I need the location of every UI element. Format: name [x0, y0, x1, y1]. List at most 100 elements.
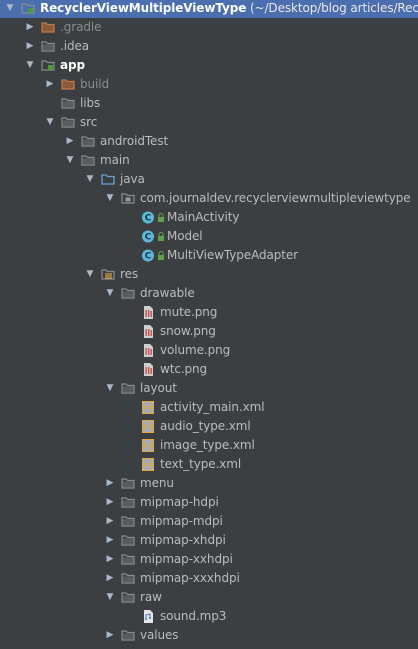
tree-node-label: activity_main.xml [160, 400, 265, 414]
expand-arrow-right-icon[interactable]: ▶ [104, 645, 116, 649]
svg-text:C: C [145, 214, 152, 224]
module-folder-icon [41, 56, 57, 75]
tree-node[interactable]: ▶ mipmap-xxxhdpi [0, 569, 418, 588]
tree-node[interactable]: text_type.xml [0, 455, 418, 474]
tree-node-label: libs [80, 96, 101, 110]
folder-orange-icon [61, 75, 77, 94]
tree-node[interactable]: ▼ app [0, 56, 418, 75]
tree-node[interactable]: ▶ values [0, 626, 418, 645]
tree-node[interactable]: ▼ res [0, 265, 418, 284]
expand-arrow-down-icon[interactable]: ▼ [44, 113, 56, 132]
expand-arrow-down-icon[interactable]: ▼ [104, 189, 116, 208]
tree-node-label: mipmap-xhdpi [140, 533, 226, 547]
tree-node[interactable]: ▼ com.journaldev.recyclerviewmultipleview… [0, 189, 418, 208]
folder-icon [41, 37, 57, 56]
tree-node-label: androidTest [100, 134, 169, 148]
tree-node[interactable]: C MultiViewTypeAdapter [0, 246, 418, 265]
expand-arrow-right-icon[interactable]: ▶ [104, 569, 116, 588]
project-tree[interactable]: ▼ RecyclerViewMultipleViewType (~/Desktop… [0, 0, 418, 649]
expand-arrow-down-icon[interactable]: ▼ [104, 379, 116, 398]
resources-folder-icon [101, 265, 117, 284]
tree-node-label: com.journaldev.recyclerviewmultipleviewt… [140, 191, 411, 205]
tree-node[interactable]: activity_main.xml [0, 398, 418, 417]
xml-file-icon [141, 398, 157, 417]
tree-node[interactable]: ▼ drawable [0, 284, 418, 303]
tree-node[interactable]: C MainActivity [0, 208, 418, 227]
tree-node[interactable]: ▶ [0, 645, 418, 649]
expand-arrow-right-icon[interactable]: ▶ [44, 75, 56, 94]
tree-node[interactable]: ▼ java [0, 170, 418, 189]
tree-node-label: build [80, 77, 110, 91]
tree-node[interactable]: ▶ mipmap-xhdpi [0, 531, 418, 550]
package-icon [121, 189, 137, 208]
tree-node[interactable]: ▶ build [0, 75, 418, 94]
folder-icon [121, 569, 137, 588]
tree-node[interactable]: volume.png [0, 341, 418, 360]
expand-arrow-down-icon[interactable]: ▼ [84, 170, 96, 189]
tree-node-label: .gradle [60, 20, 102, 34]
expand-arrow-down-icon[interactable]: ▼ [24, 56, 36, 75]
tree-node[interactable]: wtc.png [0, 360, 418, 379]
tree-node[interactable]: ▶ .gradle [0, 18, 418, 37]
svg-text:C: C [145, 252, 152, 262]
tree-node[interactable]: ▶ .idea [0, 37, 418, 56]
expand-arrow-right-icon[interactable]: ▶ [104, 474, 116, 493]
expand-arrow-right-icon[interactable]: ▶ [24, 18, 36, 37]
expand-arrow-down-icon[interactable]: ▼ [64, 151, 76, 170]
expand-arrow-down-icon[interactable]: ▼ [4, 0, 16, 18]
png-file-icon [141, 322, 157, 341]
tree-node-label: mipmap-xxhdpi [140, 552, 233, 566]
expand-arrow-right-icon[interactable]: ▶ [104, 550, 116, 569]
expand-arrow-down-icon[interactable]: ▼ [104, 588, 116, 607]
tree-node[interactable]: ▼ src [0, 113, 418, 132]
tree-node[interactable]: ▼ main [0, 151, 418, 170]
tree-node[interactable]: mute.png [0, 303, 418, 322]
folder-icon [121, 379, 137, 398]
expand-arrow-down-icon[interactable]: ▼ [84, 265, 96, 284]
tree-node-label: mute.png [160, 305, 218, 319]
folder-icon [121, 493, 137, 512]
tree-node[interactable]: ▼ layout [0, 379, 418, 398]
expand-arrow-right-icon[interactable]: ▶ [24, 37, 36, 56]
tree-node-label: snow.png [160, 324, 216, 338]
project-path: (~/Desktop/blog articles/RecyclerViewMul… [249, 1, 418, 15]
tree-node-label: MultiViewTypeAdapter [167, 248, 298, 262]
tree-node-label: main [100, 153, 130, 167]
expand-arrow-right-icon[interactable]: ▶ [104, 493, 116, 512]
tree-node[interactable]: libs [0, 94, 418, 113]
lock-icon [157, 227, 165, 246]
expand-arrow-right-icon[interactable]: ▶ [64, 132, 76, 151]
tree-node[interactable]: image_type.xml [0, 436, 418, 455]
tree-node[interactable]: ▶ mipmap-mdpi [0, 512, 418, 531]
audio-file-icon [141, 607, 157, 626]
tree-node-label: menu [140, 476, 174, 490]
tree-node[interactable]: ▼ RecyclerViewMultipleViewType (~/Desktop… [0, 0, 418, 18]
xml-file-icon [141, 417, 157, 436]
xml-file-icon [141, 455, 157, 474]
tree-node-label: res [120, 267, 139, 281]
tree-node-label: RecyclerViewMultipleViewType (~/Desktop/… [40, 0, 418, 18]
tree-node-label: mipmap-mdpi [140, 514, 223, 528]
tree-node-label: volume.png [160, 343, 231, 357]
tree-node-label: audio_type.xml [160, 419, 251, 433]
expand-arrow-right-icon[interactable]: ▶ [104, 626, 116, 645]
tree-node[interactable]: audio_type.xml [0, 417, 418, 436]
tree-node[interactable]: sound.mp3 [0, 607, 418, 626]
folder-icon [81, 132, 97, 151]
folder-icon [61, 113, 77, 132]
tree-node-label: raw [140, 590, 162, 604]
folder-icon [121, 474, 137, 493]
xml-file-icon [141, 436, 157, 455]
tree-node[interactable]: snow.png [0, 322, 418, 341]
tree-node[interactable]: C Model [0, 227, 418, 246]
tree-node[interactable]: ▼ raw [0, 588, 418, 607]
expand-arrow-right-icon[interactable]: ▶ [104, 512, 116, 531]
tree-node[interactable]: ▶ mipmap-hdpi [0, 493, 418, 512]
folder-orange-icon [41, 18, 57, 37]
expand-arrow-right-icon[interactable]: ▶ [104, 531, 116, 550]
tree-node[interactable]: ▶ menu [0, 474, 418, 493]
tree-node-label: .idea [60, 39, 90, 53]
expand-arrow-down-icon[interactable]: ▼ [104, 284, 116, 303]
tree-node[interactable]: ▶ androidTest [0, 132, 418, 151]
tree-node[interactable]: ▶ mipmap-xxhdpi [0, 550, 418, 569]
